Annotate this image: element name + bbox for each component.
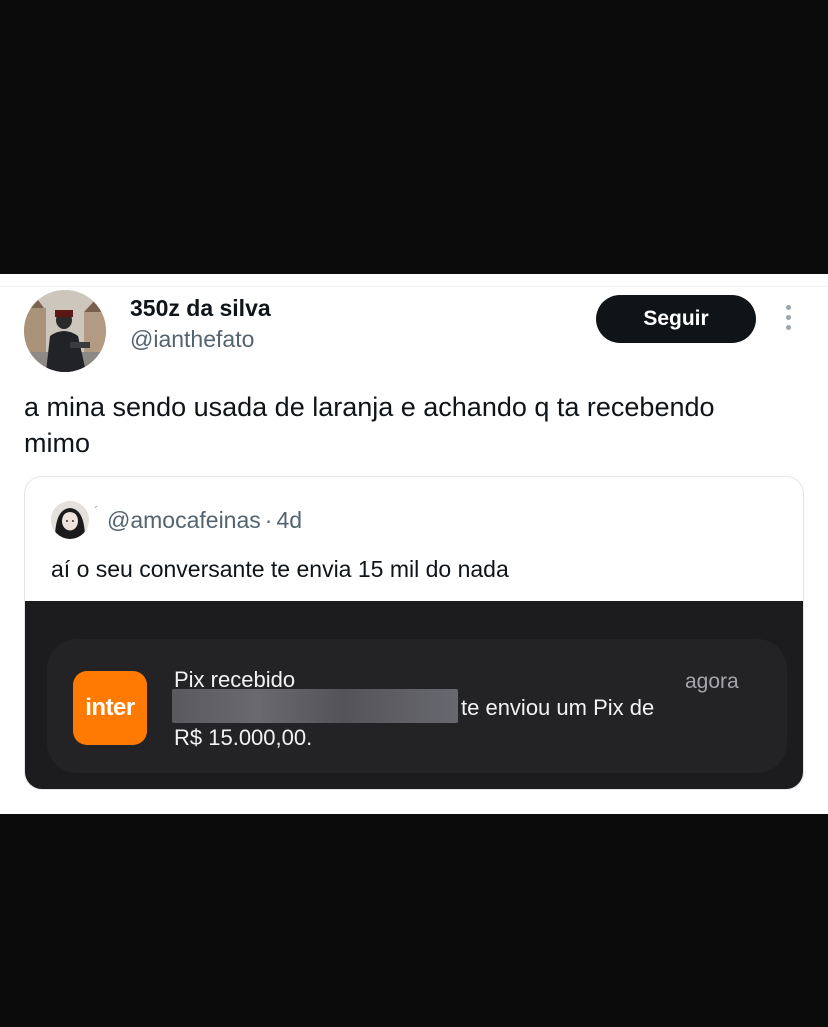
tweet-text: a mina sendo usada de laranja e achando …	[24, 392, 715, 458]
user-handle[interactable]: @ianthefato	[130, 326, 254, 353]
bottom-black-band	[0, 814, 828, 1027]
display-name[interactable]: 350z da silva	[130, 295, 271, 322]
quoted-tweet[interactable]: ´ @amocafeinas · 4d aí o seu conversante t…	[24, 476, 804, 790]
tweet-card: 350z da silva @ianthefato Seguir a mina …	[0, 274, 828, 814]
notification-time: agora	[685, 670, 739, 693]
user-avatar[interactable]	[24, 290, 106, 372]
quoted-user-avatar[interactable]	[51, 501, 89, 539]
verified-mark-icon: ´	[94, 503, 99, 519]
divider	[0, 286, 828, 287]
quoted-image[interactable]: inter Pix recebido agora te enviou um Pi…	[25, 601, 803, 789]
pix-notification: inter Pix recebido agora te enviou um Pi…	[47, 639, 787, 773]
quoted-handle-line[interactable]: @amocafeinas · 4d	[107, 507, 302, 534]
more-vertical-icon[interactable]	[782, 305, 794, 335]
user-avatar-photo	[24, 290, 106, 372]
inter-app-icon: inter	[73, 671, 147, 745]
redacted-sender	[172, 689, 458, 723]
quoted-age: 4d	[276, 507, 303, 533]
notification-body: te enviou um Pix de	[461, 695, 655, 720]
quoted-avatar-photo	[51, 501, 89, 539]
notification-amount: R$ 15.000,00.	[174, 725, 313, 750]
quoted-text: aí o seu conversante te envia 15 mil do …	[51, 556, 509, 582]
top-black-band	[0, 0, 828, 274]
follow-button[interactable]: Seguir	[596, 295, 756, 343]
quoted-handle[interactable]: @amocafeinas	[107, 507, 261, 533]
separator-dot: ·	[264, 507, 273, 533]
